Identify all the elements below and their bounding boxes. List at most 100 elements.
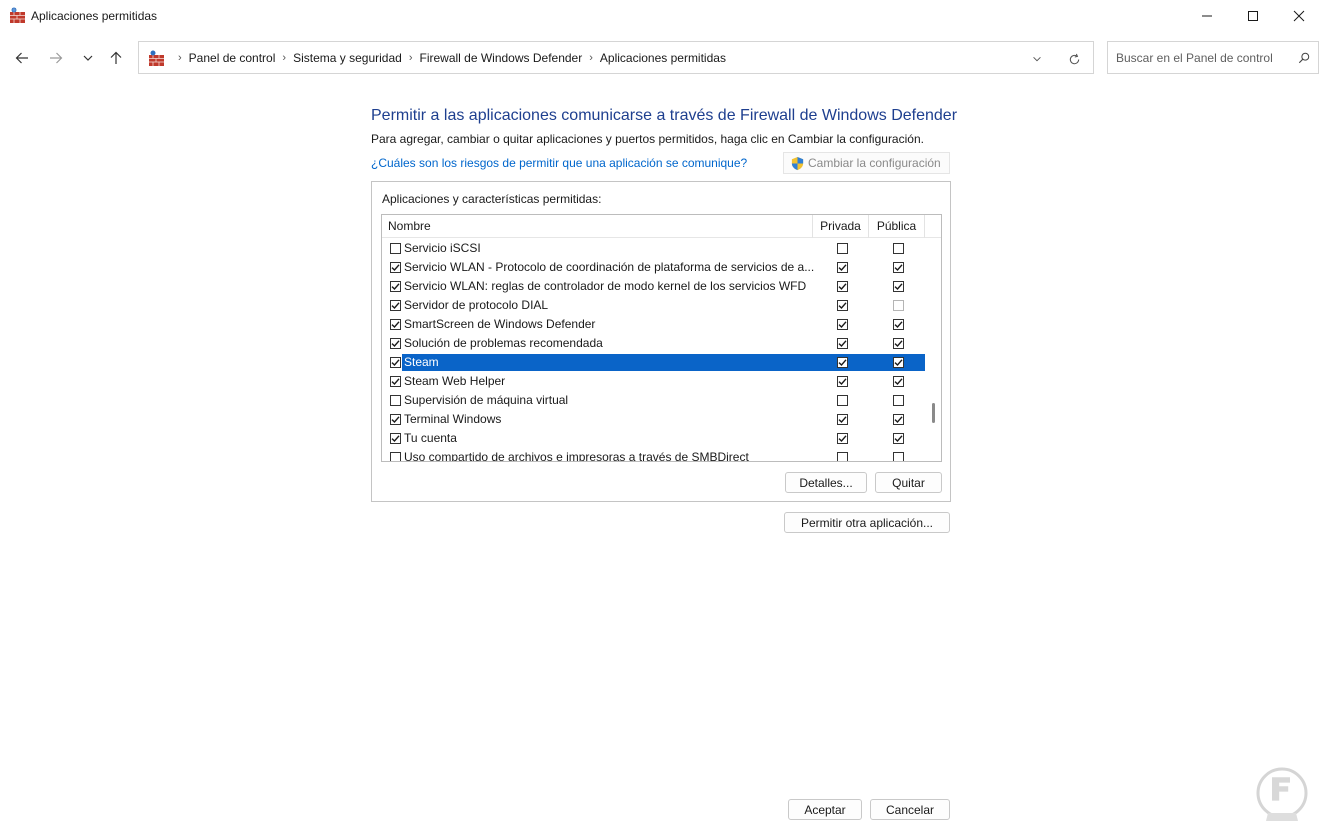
control-panel-icon xyxy=(149,50,164,66)
list-item[interactable]: Steam xyxy=(382,353,925,372)
breadcrumb-firewall[interactable]: Firewall de Windows Defender xyxy=(419,51,582,65)
maximize-button[interactable] xyxy=(1230,0,1276,32)
app-name: Servidor de protocolo DIAL xyxy=(404,298,549,312)
cancel-button[interactable]: Cancelar xyxy=(870,799,950,820)
arrow-up-icon xyxy=(110,51,122,64)
enable-checkbox[interactable] xyxy=(390,281,401,292)
maximize-icon xyxy=(1248,11,1258,21)
risks-link[interactable]: ¿Cuáles son los riesgos de permitir que … xyxy=(371,156,747,170)
page-heading: Permitir a las aplicaciones comunicarse … xyxy=(371,107,958,124)
private-checkbox[interactable] xyxy=(837,243,848,254)
minimize-icon xyxy=(1202,15,1212,17)
forward-button[interactable] xyxy=(45,48,67,68)
search-icon[interactable] xyxy=(1296,50,1312,66)
column-header-public[interactable]: Pública xyxy=(868,215,925,238)
watermark-logo-icon xyxy=(1256,767,1308,821)
enable-checkbox[interactable] xyxy=(390,433,401,444)
private-checkbox[interactable] xyxy=(837,414,848,425)
title-bar: Aplicaciones permitidas xyxy=(0,0,1322,32)
allowed-apps-group: Aplicaciones y características permitida… xyxy=(371,181,951,502)
enable-checkbox[interactable] xyxy=(390,414,401,425)
arrow-right-icon xyxy=(50,52,63,64)
app-name: Solución de problemas recomendada xyxy=(404,336,603,350)
breadcrumb-allowed-apps[interactable]: Aplicaciones permitidas xyxy=(600,51,726,65)
chevron-right-icon[interactable]: › xyxy=(282,52,286,64)
list-item[interactable]: Supervisión de máquina virtual xyxy=(382,391,925,410)
private-checkbox[interactable] xyxy=(837,357,848,368)
private-checkbox[interactable] xyxy=(837,262,848,273)
private-checkbox[interactable] xyxy=(837,281,848,292)
app-name: Tu cuenta xyxy=(404,431,457,445)
private-checkbox[interactable] xyxy=(837,300,848,311)
chevron-right-icon[interactable]: › xyxy=(589,52,593,64)
list-item[interactable]: Tu cuenta xyxy=(382,429,925,448)
enable-checkbox[interactable] xyxy=(390,262,401,273)
chevron-right-icon: › xyxy=(178,52,182,64)
chevron-down-icon xyxy=(1033,56,1041,62)
navigation-bar: › Panel de control › Sistema y seguridad… xyxy=(0,32,1322,82)
scrollbar-thumb[interactable] xyxy=(932,403,935,423)
arrow-left-icon xyxy=(15,52,28,64)
public-checkbox[interactable] xyxy=(893,376,904,387)
public-checkbox[interactable] xyxy=(893,414,904,425)
enable-checkbox[interactable] xyxy=(390,376,401,387)
private-checkbox[interactable] xyxy=(837,452,848,461)
list-item[interactable]: Servicio iSCSI xyxy=(382,239,925,258)
recent-locations-button[interactable] xyxy=(77,48,99,68)
column-header-private[interactable]: Privada xyxy=(812,215,868,238)
enable-checkbox[interactable] xyxy=(390,300,401,311)
enable-checkbox[interactable] xyxy=(390,338,401,349)
refresh-icon xyxy=(1069,53,1079,64)
change-settings-button[interactable]: Cambiar la configuración xyxy=(783,152,950,174)
allowed-apps-list[interactable]: Nombre Privada Pública Servicio iSCSI Ser… xyxy=(381,214,942,462)
app-name: Steam Web Helper xyxy=(404,374,506,388)
enable-checkbox[interactable] xyxy=(390,357,401,368)
public-checkbox[interactable] xyxy=(893,243,904,254)
public-checkbox[interactable] xyxy=(893,319,904,330)
public-checkbox[interactable] xyxy=(893,281,904,292)
list-item[interactable]: Uso compartido de archivos e impresoras … xyxy=(382,448,925,461)
enable-checkbox[interactable] xyxy=(390,395,401,406)
public-checkbox[interactable] xyxy=(893,300,904,311)
column-header-name[interactable]: Nombre xyxy=(388,215,431,238)
list-item[interactable]: Solución de problemas recomendada xyxy=(382,334,925,353)
private-checkbox[interactable] xyxy=(837,338,848,349)
public-checkbox[interactable] xyxy=(893,338,904,349)
allow-another-app-button[interactable]: Permitir otra aplicación... xyxy=(784,512,950,533)
refresh-button[interactable] xyxy=(1066,51,1082,67)
minimize-button[interactable] xyxy=(1184,0,1230,32)
app-name: Servicio WLAN: reglas de controlador de … xyxy=(404,279,807,293)
chevron-right-icon[interactable]: › xyxy=(409,52,413,64)
app-name: Servicio WLAN - Protocolo de coordinació… xyxy=(404,260,814,274)
details-button[interactable]: Detalles... xyxy=(785,472,867,493)
back-button[interactable] xyxy=(11,48,33,68)
list-item[interactable]: Steam Web Helper xyxy=(382,372,925,391)
address-history-button[interactable] xyxy=(1029,51,1045,67)
breadcrumb-system-security[interactable]: Sistema y seguridad xyxy=(293,51,402,65)
public-checkbox[interactable] xyxy=(893,357,904,368)
private-checkbox[interactable] xyxy=(837,376,848,387)
list-item[interactable]: Terminal Windows xyxy=(382,410,925,429)
list-item[interactable]: Servicio WLAN: reglas de controlador de … xyxy=(382,277,925,296)
private-checkbox[interactable] xyxy=(837,319,848,330)
enable-checkbox[interactable] xyxy=(390,452,401,461)
breadcrumb-control-panel[interactable]: Panel de control xyxy=(189,51,276,65)
uac-shield-icon xyxy=(791,156,804,170)
list-item[interactable]: Servicio WLAN - Protocolo de coordinació… xyxy=(382,258,925,277)
list-item[interactable]: Servidor de protocolo DIAL xyxy=(382,296,925,315)
search-input[interactable] xyxy=(1116,50,1292,66)
ok-button[interactable]: Aceptar xyxy=(788,799,862,820)
public-checkbox[interactable] xyxy=(893,452,904,461)
up-button[interactable] xyxy=(105,48,127,68)
public-checkbox[interactable] xyxy=(893,395,904,406)
public-checkbox[interactable] xyxy=(893,433,904,444)
private-checkbox[interactable] xyxy=(837,395,848,406)
list-item[interactable]: SmartScreen de Windows Defender xyxy=(382,315,925,334)
public-checkbox[interactable] xyxy=(893,262,904,273)
address-bar[interactable]: › Panel de control › Sistema y seguridad… xyxy=(138,41,1094,74)
private-checkbox[interactable] xyxy=(837,433,848,444)
remove-button[interactable]: Quitar xyxy=(875,472,942,493)
enable-checkbox[interactable] xyxy=(390,319,401,330)
enable-checkbox[interactable] xyxy=(390,243,401,254)
close-button[interactable] xyxy=(1276,0,1322,32)
